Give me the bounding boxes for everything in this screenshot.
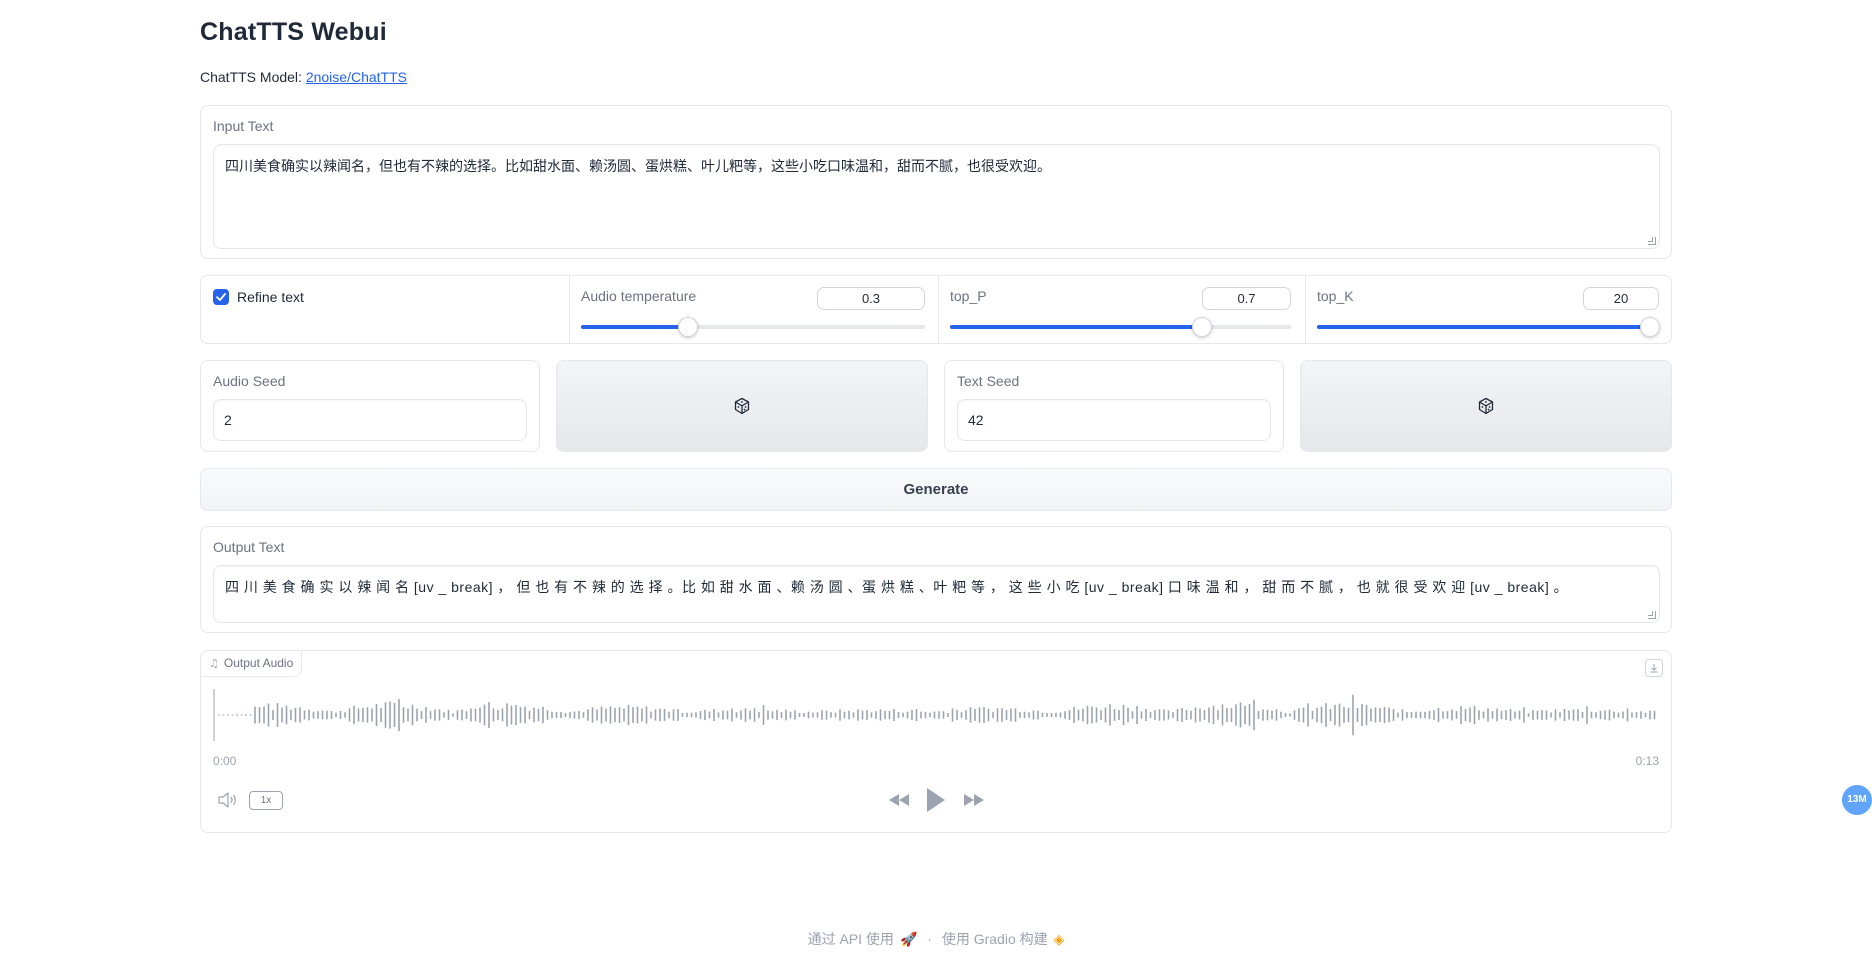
page-title: ChatTTS Webui	[200, 18, 387, 46]
top-p-label: top_P	[950, 288, 987, 304]
gradio-logo-icon: ◈	[1053, 931, 1065, 947]
refine-text-cell: Refine text	[201, 276, 569, 343]
volume-icon[interactable]	[217, 790, 239, 810]
refine-text-label: Refine text	[237, 289, 304, 305]
top-k-input[interactable]: 20	[1583, 287, 1659, 310]
top-p-input[interactable]: 0.7	[1202, 287, 1291, 310]
dice-icon	[734, 397, 750, 415]
rewind-icon[interactable]	[887, 790, 911, 810]
top-p-slider[interactable]	[950, 317, 1291, 337]
audio-temperature-input[interactable]: 0.3	[817, 287, 925, 310]
current-time: 0:00	[213, 754, 237, 768]
play-icon[interactable]	[925, 786, 947, 814]
text-seed-label: Text Seed	[957, 373, 1020, 389]
audio-temperature-slider[interactable]	[581, 317, 925, 337]
slider-fill	[1317, 325, 1659, 329]
slider-thumb[interactable]	[1192, 317, 1212, 337]
controls-row: Refine text Audio temperature 0.3 top_P …	[200, 275, 1672, 344]
download-icon	[1650, 664, 1658, 673]
top-p-cell: top_P 0.7	[939, 276, 1305, 343]
music-note-icon: ♫	[209, 657, 219, 670]
gradio-link[interactable]: 使用 Gradio 构建	[942, 931, 1048, 947]
total-time: 0:13	[1635, 754, 1659, 768]
output-text-area[interactable]: 四 川 美 食 确 实 以 辣 闻 名 [uv _ break] ， 但 也 有…	[213, 565, 1660, 623]
text-seed-dice-button[interactable]	[1300, 360, 1672, 452]
slider-fill	[581, 325, 688, 329]
audio-seed-block: Audio Seed 2	[200, 360, 540, 452]
memory-badge[interactable]: 13M	[1842, 785, 1872, 815]
audio-seed-input[interactable]: 2	[213, 399, 527, 441]
audio-seed-label: Audio Seed	[213, 373, 286, 389]
playback-speed-button[interactable]: 1x	[249, 791, 283, 810]
audio-temperature-cell: Audio temperature 0.3	[570, 276, 938, 343]
input-text-label: Input Text	[213, 118, 274, 134]
resize-handle[interactable]	[1648, 237, 1656, 245]
input-text-value: 四川美食确实以辣闻名，但也有不辣的选择。比如甜水面、赖汤圆、蛋烘糕、叶儿粑等，这…	[225, 158, 1051, 174]
resize-handle[interactable]	[1648, 611, 1656, 619]
output-text-block: Output Text 四 川 美 食 确 实 以 辣 闻 名 [uv _ br…	[200, 526, 1672, 633]
generate-button[interactable]: Generate	[200, 468, 1672, 511]
model-link[interactable]: 2noise/ChatTTS	[306, 69, 407, 85]
refine-text-checkbox[interactable]	[213, 289, 229, 305]
top-k-slider[interactable]	[1317, 317, 1660, 337]
output-audio-tag: ♫ Output Audio	[200, 650, 303, 677]
dice-icon	[1478, 397, 1494, 415]
text-seed-block: Text Seed 42	[944, 360, 1284, 452]
model-line: ChatTTS Model: 2noise/ChatTTS	[200, 69, 407, 85]
input-text-area[interactable]: 四川美食确实以辣闻名，但也有不辣的选择。比如甜水面、赖汤圆、蛋烘糕、叶儿粑等，这…	[213, 144, 1660, 249]
rocket-icon: 🚀	[899, 931, 918, 947]
output-audio-label: Output Audio	[223, 656, 294, 670]
output-text-value: 四 川 美 食 确 实 以 辣 闻 名 [uv _ break] ， 但 也 有…	[225, 579, 1569, 595]
slider-fill	[950, 325, 1202, 329]
input-text-block: Input Text 四川美食确实以辣闻名，但也有不辣的选择。比如甜水面、赖汤圆…	[200, 105, 1672, 259]
top-k-label: top_K	[1317, 288, 1354, 304]
footer-separator: ·	[927, 931, 932, 947]
model-prefix: ChatTTS Model:	[200, 69, 306, 85]
fast-forward-icon[interactable]	[962, 790, 986, 810]
footer: 通过 API 使用 🚀 · 使用 Gradio 构建 ◈	[0, 929, 1872, 949]
api-link[interactable]: 通过 API 使用	[808, 931, 894, 947]
audio-temperature-label: Audio temperature	[581, 288, 697, 304]
slider-thumb[interactable]	[678, 317, 698, 337]
audio-seed-dice-button[interactable]	[556, 360, 928, 452]
text-seed-input[interactable]: 42	[957, 399, 1271, 441]
top-k-cell: top_K 20	[1306, 276, 1672, 343]
slider-thumb[interactable]	[1640, 317, 1660, 337]
check-icon	[216, 293, 226, 301]
download-button[interactable]	[1645, 659, 1663, 677]
waveform[interactable]	[213, 689, 1659, 741]
output-text-label: Output Text	[213, 539, 285, 555]
output-audio-block: ♫ Output Audio 0:00 0:13 1x	[200, 650, 1672, 833]
